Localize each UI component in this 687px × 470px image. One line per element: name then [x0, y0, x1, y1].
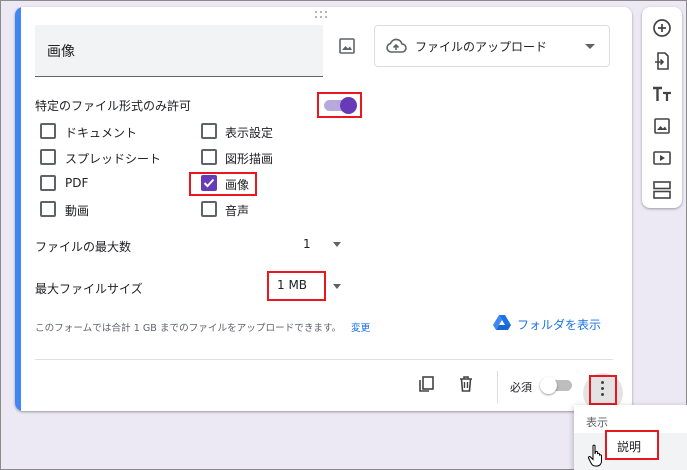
menu-item-label[interactable]: 説明	[617, 438, 641, 455]
cloud-upload-icon	[386, 38, 407, 53]
floating-toolbar	[642, 7, 682, 208]
question-type-select[interactable]: ファイルのアップロード	[374, 25, 610, 67]
checkmark-icon	[203, 178, 215, 188]
more-vert-icon[interactable]	[601, 381, 605, 397]
checkbox-label: 画像	[225, 178, 250, 192]
show-folder-link[interactable]: フォルダを表示	[517, 316, 601, 333]
add-video-icon[interactable]	[651, 147, 673, 169]
card-accent-bar	[15, 7, 21, 411]
footer-divider	[35, 359, 613, 360]
required-label: 必須	[510, 381, 532, 394]
checkbox-label: 表示設定	[225, 126, 274, 140]
restrict-types-toggle[interactable]	[322, 97, 358, 114]
max-size-select[interactable]: 1 MB	[277, 278, 307, 292]
trash-icon[interactable]	[457, 375, 475, 393]
checkbox-label: PDF	[65, 176, 89, 190]
upload-limit-note: このフォームでは合計 1 GB までのファイルをアップロードできます。	[35, 323, 342, 334]
restrict-types-label: 特定のファイル形式のみ許可	[35, 99, 192, 113]
checkbox-image[interactable]	[201, 175, 217, 191]
checkbox-pdf[interactable]	[40, 175, 56, 191]
import-icon[interactable]	[651, 50, 673, 72]
required-toggle[interactable]	[540, 377, 576, 394]
chevron-down-icon	[585, 44, 595, 49]
question-type-label: ファイルのアップロード	[415, 40, 548, 54]
question-title-input[interactable]: 画像	[35, 25, 323, 77]
add-section-icon[interactable]	[651, 179, 673, 201]
question-card: 画像 ファイルのアップロード 特定のファイル形式のみ許可 ドキュメント 表示設定…	[15, 7, 632, 411]
checkbox-label: スプレッドシート	[65, 152, 162, 166]
checkbox-label: 音声	[225, 204, 250, 218]
question-title-text: 画像	[47, 44, 75, 60]
chevron-down-icon[interactable]	[333, 284, 341, 289]
max-files-select[interactable]: 1	[303, 237, 311, 251]
title-icon[interactable]	[651, 83, 673, 105]
checkbox-audio[interactable]	[201, 201, 217, 217]
vertical-divider	[497, 371, 498, 403]
checkbox-spreadsheet[interactable]	[40, 149, 56, 165]
add-circle-icon[interactable]	[651, 17, 673, 39]
checkbox-label: 動画	[65, 204, 90, 218]
copy-icon[interactable]	[417, 375, 435, 393]
change-link[interactable]: 変更	[351, 320, 370, 334]
chevron-down-icon[interactable]	[333, 242, 341, 247]
checkbox-presentation[interactable]	[201, 123, 217, 139]
checkbox-label: 図形描画	[225, 152, 274, 166]
google-drive-icon	[493, 315, 511, 330]
image-icon[interactable]	[338, 37, 356, 55]
add-image-icon[interactable]	[651, 115, 673, 137]
drag-handle[interactable]	[315, 11, 329, 21]
max-size-label: 最大ファイルサイズ	[35, 282, 143, 296]
checkbox-document[interactable]	[40, 123, 56, 139]
checkbox-video[interactable]	[40, 201, 56, 217]
checkbox-drawing[interactable]	[201, 149, 217, 165]
hand-pointer-icon	[587, 444, 602, 467]
max-files-label: ファイルの最大数	[35, 240, 132, 254]
menu-header: 表示	[586, 416, 608, 429]
checkbox-label: ドキュメント	[65, 126, 138, 140]
